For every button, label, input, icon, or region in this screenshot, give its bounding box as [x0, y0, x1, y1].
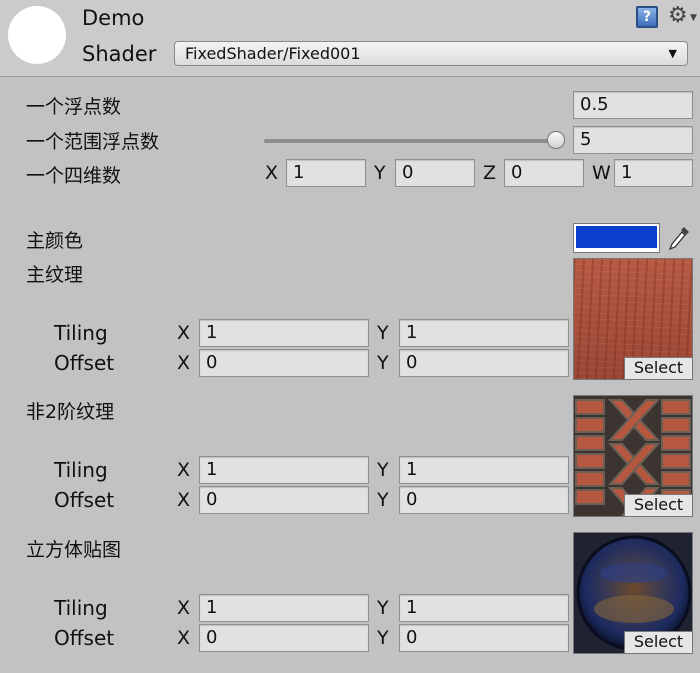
- vector-x-label: X: [265, 162, 279, 184]
- select-button[interactable]: Select: [624, 494, 692, 516]
- tiling-x-label: X: [177, 597, 191, 619]
- range-label: 一个范围浮点数: [26, 131, 160, 153]
- eyedropper-icon[interactable]: [666, 223, 692, 253]
- offset-label: Offset: [54, 488, 115, 512]
- material-preview-icon: [8, 6, 66, 64]
- select-button[interactable]: Select: [624, 357, 692, 379]
- tiling-label: Tiling: [54, 458, 108, 482]
- inspector-header: Demo Shader FixedShader/Fixed001 ▼ ? ⚙ ▼: [0, 0, 700, 77]
- tiling-label: Tiling: [54, 321, 108, 345]
- range-slider-track[interactable]: [264, 139, 556, 143]
- tiling-x-label: X: [177, 459, 191, 481]
- tiling-x-field[interactable]: 1: [199, 594, 369, 622]
- cubemap-label: 立方体贴图: [26, 539, 122, 561]
- cubemap-thumbnail[interactable]: Select: [573, 532, 693, 654]
- tiling-y-label: Y: [377, 459, 389, 481]
- shader-label: Shader: [82, 42, 157, 66]
- offset-x-field[interactable]: 0: [199, 486, 369, 514]
- shader-dropdown[interactable]: FixedShader/Fixed001 ▼: [174, 41, 688, 66]
- color-swatch[interactable]: [573, 223, 660, 253]
- npot-texture-thumbnail[interactable]: Select: [573, 395, 693, 517]
- offset-x-label: X: [177, 352, 191, 374]
- color-swatch-fill: [576, 226, 657, 248]
- offset-x-label: X: [177, 627, 191, 649]
- vector-y-label: Y: [374, 162, 386, 184]
- tiling-y-field[interactable]: 1: [399, 319, 569, 347]
- color-label: 主颜色: [26, 230, 84, 252]
- main-texture-thumbnail[interactable]: Select: [573, 258, 693, 380]
- offset-y-field[interactable]: 0: [399, 349, 569, 377]
- gear-caret-icon: ▼: [690, 13, 697, 23]
- tiling-y-label: Y: [377, 597, 389, 619]
- tiling-y-label: Y: [377, 322, 389, 344]
- offset-label: Offset: [54, 351, 115, 375]
- vector-w-label: W: [592, 162, 611, 184]
- offset-y-field[interactable]: 0: [399, 486, 569, 514]
- range-slider-thumb[interactable]: [547, 131, 565, 149]
- offset-y-label: Y: [377, 489, 389, 511]
- offset-y-label: Y: [377, 627, 389, 649]
- vector-w-field[interactable]: 1: [614, 159, 693, 187]
- vector-x-field[interactable]: 1: [286, 159, 366, 187]
- chevron-down-icon: ▼: [668, 47, 677, 60]
- offset-label: Offset: [54, 626, 115, 650]
- material-title: Demo: [82, 6, 145, 30]
- main-texture-label: 主纹理: [26, 264, 84, 286]
- tiling-label: Tiling: [54, 596, 108, 620]
- gear-icon[interactable]: ⚙: [668, 3, 688, 28]
- tiling-x-field[interactable]: 1: [199, 319, 369, 347]
- tiling-y-field[interactable]: 1: [399, 594, 569, 622]
- npot-texture-label: 非2阶纹理: [26, 401, 115, 423]
- offset-y-field[interactable]: 0: [399, 624, 569, 652]
- vector-z-label: Z: [483, 162, 497, 184]
- vector-y-field[interactable]: 0: [395, 159, 475, 187]
- tiling-x-field[interactable]: 1: [199, 456, 369, 484]
- vector-label: 一个四维数: [26, 165, 122, 187]
- vector-z-field[interactable]: 0: [504, 159, 584, 187]
- float-label: 一个浮点数: [26, 96, 122, 118]
- float-field[interactable]: 0.5: [573, 91, 693, 119]
- tiling-x-label: X: [177, 322, 191, 344]
- range-field[interactable]: 5: [573, 126, 693, 154]
- help-book-icon[interactable]: ?: [636, 6, 658, 28]
- shader-dropdown-value: FixedShader/Fixed001: [185, 44, 361, 63]
- offset-x-field[interactable]: 0: [199, 624, 369, 652]
- offset-x-label: X: [177, 489, 191, 511]
- offset-x-field[interactable]: 0: [199, 349, 369, 377]
- offset-y-label: Y: [377, 352, 389, 374]
- tiling-y-field[interactable]: 1: [399, 456, 569, 484]
- select-button[interactable]: Select: [624, 631, 692, 653]
